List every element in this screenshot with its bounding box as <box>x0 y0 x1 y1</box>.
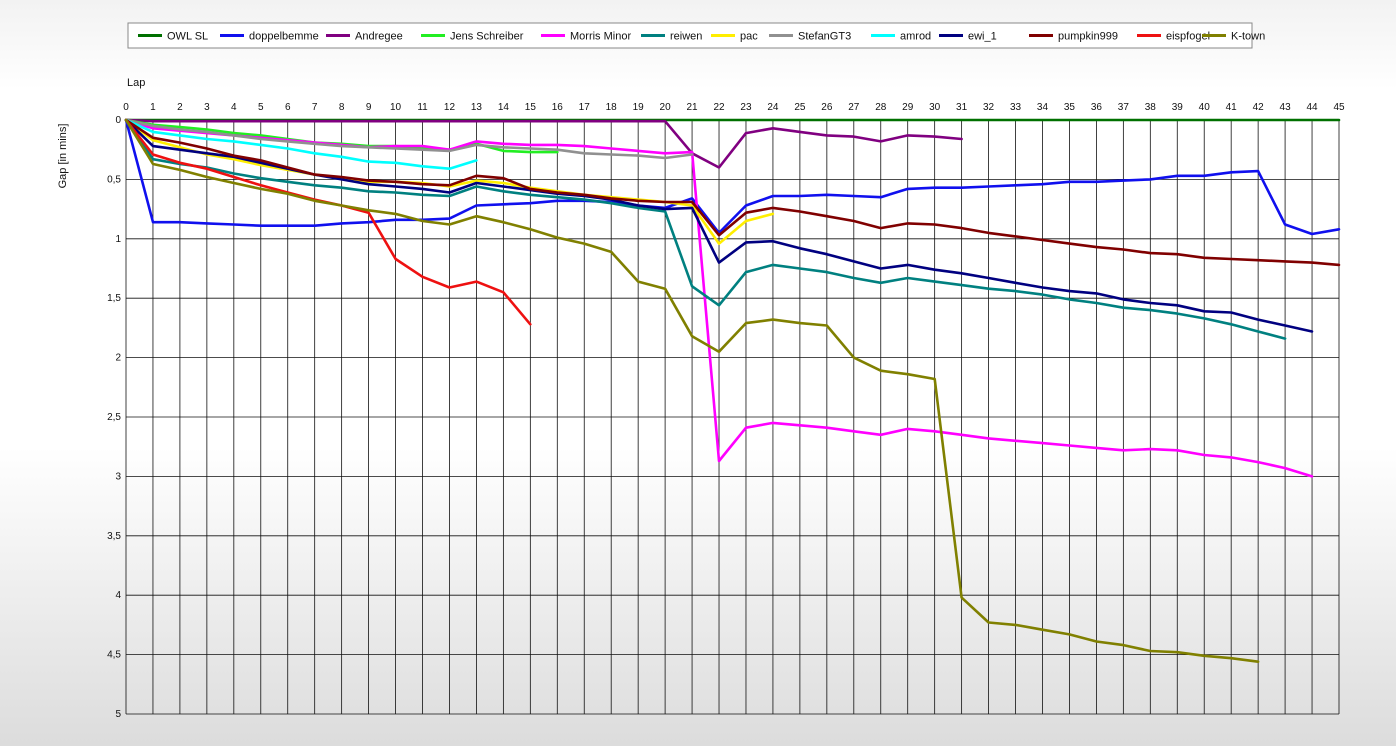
x-tick-label: 13 <box>471 102 483 113</box>
x-tick-label: 6 <box>285 102 291 113</box>
x-tick-label: 8 <box>339 102 345 113</box>
x-tick-label: 35 <box>1064 102 1076 113</box>
x-tick-label: 30 <box>929 102 941 113</box>
x-tick-label: 32 <box>983 102 995 113</box>
x-axis-title: Lap <box>127 77 145 89</box>
x-tick-label: 38 <box>1145 102 1157 113</box>
y-tick-label: 1 <box>115 234 121 245</box>
y-tick-label: 0 <box>115 115 121 126</box>
legend-label-reiwen: reiwen <box>670 31 702 43</box>
x-tick-label: 28 <box>875 102 887 113</box>
x-tick-label: 12 <box>444 102 456 113</box>
lap-gap-chart: OWL SL doppelbemme Andregee Jens Schreiber M… <box>57 22 1345 720</box>
legend-label-pumpkin999: pumpkin999 <box>1058 31 1118 43</box>
x-tick-label: 1 <box>150 102 156 113</box>
x-tick-label: 27 <box>848 102 860 113</box>
x-tick-label: 9 <box>366 102 372 113</box>
grid-lines <box>125 119 1340 715</box>
legend-label-jens-schreiber: Jens Schreiber <box>450 31 524 43</box>
x-tick-label: 5 <box>258 102 264 113</box>
x-tick-label: 42 <box>1253 102 1265 113</box>
x-tick-label: 19 <box>633 102 645 113</box>
x-tick-label: 33 <box>1010 102 1022 113</box>
x-tick-label: 11 <box>417 102 428 113</box>
y-tick-label: 3,5 <box>107 531 121 542</box>
legend-label-k-town: K-town <box>1231 31 1265 43</box>
x-tick-label: 22 <box>713 102 725 113</box>
y-axis-ticks: 0 0,5 1 1,5 2 2,5 3 3,5 4 4,5 5 <box>107 115 121 720</box>
legend-label-ewi-1: ewi_1 <box>968 31 997 43</box>
x-tick-label: 20 <box>660 102 672 113</box>
legend-label-amrod: amrod <box>900 31 931 43</box>
x-tick-label: 4 <box>231 102 237 113</box>
x-axis-ticks: 0 1 2 3 4 5 6 7 8 9 10 11 12 13 14 15 16 17 18 19 20 21 22 23 24… <box>123 102 1345 113</box>
x-tick-label: 17 <box>579 102 591 113</box>
x-tick-label: 31 <box>956 102 968 113</box>
x-tick-label: 26 <box>821 102 833 113</box>
legend-label-doppelbemme: doppelbemme <box>249 31 319 43</box>
legend-label-stefangt3: StefanGT3 <box>798 31 851 43</box>
x-tick-label: 39 <box>1172 102 1184 113</box>
y-tick-label: 0,5 <box>107 174 121 185</box>
x-tick-label: 37 <box>1118 102 1130 113</box>
x-tick-label: 0 <box>123 102 129 113</box>
legend-label-pac: pac <box>740 31 758 43</box>
x-tick-label: 29 <box>902 102 914 113</box>
legend-label-owl-sl: OWL SL <box>167 31 208 43</box>
y-tick-label: 4,5 <box>107 650 121 661</box>
x-tick-label: 25 <box>794 102 806 113</box>
x-tick-label: 41 <box>1226 102 1238 113</box>
y-axis-title: Gap [in mins] <box>57 124 69 189</box>
x-tick-label: 16 <box>552 102 564 113</box>
x-tick-label: 10 <box>390 102 402 113</box>
x-tick-label: 40 <box>1199 102 1211 113</box>
legend-label-andregee: Andregee <box>355 31 403 43</box>
x-tick-label: 36 <box>1091 102 1103 113</box>
x-tick-label: 18 <box>606 102 618 113</box>
y-tick-label: 2 <box>115 353 121 364</box>
x-tick-label: 43 <box>1280 102 1292 113</box>
x-tick-label: 3 <box>204 102 210 113</box>
series-layer <box>124 118 1341 664</box>
x-tick-label: 45 <box>1333 102 1345 113</box>
x-tick-label: 44 <box>1306 102 1318 113</box>
y-tick-label: 1,5 <box>107 293 121 304</box>
x-tick-label: 23 <box>740 102 752 113</box>
x-tick-label: 34 <box>1037 102 1049 113</box>
x-tick-label: 15 <box>525 102 537 113</box>
x-tick-label: 14 <box>498 102 510 113</box>
legend-label-morris-minor: Morris Minor <box>570 31 631 43</box>
legend: OWL SL doppelbemme Andregee Jens Schreiber M… <box>127 22 1265 49</box>
x-tick-label: 21 <box>687 102 699 113</box>
x-tick-label: 7 <box>312 102 318 113</box>
x-tick-label: 2 <box>177 102 183 113</box>
x-tick-label: 24 <box>767 102 779 113</box>
y-tick-label: 5 <box>115 709 121 720</box>
y-tick-label: 4 <box>115 590 121 601</box>
series-line-doppelbemme <box>124 118 1341 236</box>
y-tick-label: 2,5 <box>107 412 121 423</box>
y-tick-label: 3 <box>115 471 121 482</box>
